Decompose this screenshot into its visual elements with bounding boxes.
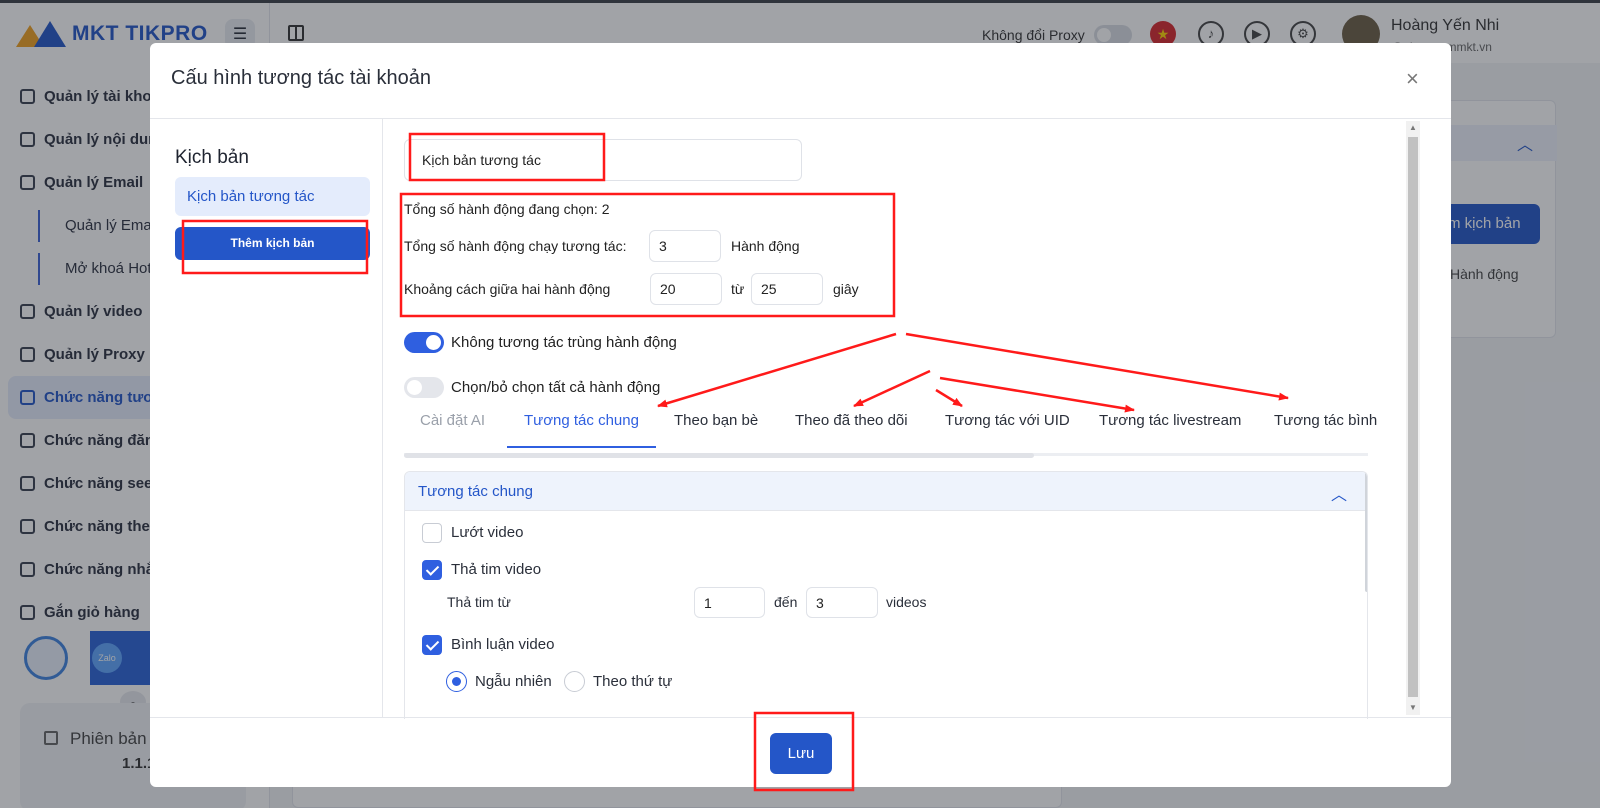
save-button[interactable]: Lưu [770,733,832,774]
script-config-content: Kịch bản tương tác Tổng số hành động đan… [384,119,1451,719]
tab-uid-interaction[interactable]: Tương tác với UID [945,403,1070,448]
toggle-knob [407,380,422,395]
like-video-checkbox[interactable] [422,560,442,580]
total-actions-unit: Hành động [731,238,800,254]
like-range-label: Thả tim từ [447,594,511,610]
tab-livestream-interaction[interactable]: Tương tác livestream [1099,403,1241,448]
script-name-input[interactable]: Kịch bản tương tác [404,139,802,181]
like-video-label: Thả tim video [451,561,542,578]
tab-friends[interactable]: Theo bạn bè [674,403,758,448]
divider [150,717,1451,718]
interaction-config-modal: Cấu hình tương tác tài khoản × Kịch bản … [150,43,1451,787]
toggle-knob [426,335,441,350]
close-icon[interactable]: × [1406,67,1419,91]
panel-header[interactable]: Tương tác chung ︿ [405,472,1367,511]
selected-actions-count: Tổng số hành động đang chọn: 2 [404,201,610,217]
comment-video-label: Bình luận video [451,636,555,653]
chevron-up-icon[interactable]: ︿ [1331,481,1347,505]
no-duplicate-label: Không tương tác trùng hành động [451,334,677,351]
comment-random-label: Ngẫu nhiên [475,673,552,690]
interval-unit: giây [833,281,859,297]
scroll-down-arrow-icon[interactable]: ▼ [1409,703,1417,712]
tab-following[interactable]: Theo đã theo dõi [795,403,908,448]
tab-ai-settings[interactable]: Cài đặt AI [420,403,485,448]
add-script-button[interactable]: Thêm kịch bản [175,227,370,260]
interval-from-input[interactable]: 20 [650,273,722,305]
panel-title: Tương tác chung [418,483,533,500]
scroll-video-checkbox[interactable] [422,523,442,543]
tabs-scrollbar[interactable] [404,453,1034,458]
modal-title: Cấu hình tương tác tài khoản [171,67,431,89]
no-duplicate-toggle[interactable] [404,332,444,353]
action-tabs: Cài đặt AI Tương tác chung Theo bạn bè T… [404,403,1377,451]
total-actions-label: Tổng số hành động chạy tương tác: [404,238,627,254]
content-scrollbar[interactable] [1408,137,1418,697]
like-to-input[interactable]: 3 [806,587,878,618]
comment-random-radio[interactable] [446,671,467,692]
select-all-toggle[interactable] [404,377,444,398]
tab-comment-interaction[interactable]: Tương tác bình [1274,403,1377,448]
general-interaction-panel: Tương tác chung ︿ Lướt video Thả tim vid… [404,471,1368,719]
comment-ordered-radio[interactable] [564,671,585,692]
select-all-label: Chọn/bỏ chọn tất cả hành động [451,379,661,396]
interval-label: Khoảng cách giữa hai hành động [404,281,611,297]
panel-scrollbar[interactable] [1365,472,1367,592]
script-list-panel: Kịch bản Kịch bản tương tác Thêm kịch bả… [150,119,383,717]
scroll-up-arrow-icon[interactable]: ▲ [1409,123,1417,132]
interval-to-input[interactable]: 25 [751,273,823,305]
interval-separator: từ [731,281,745,297]
script-item-interaction[interactable]: Kịch bản tương tác [175,177,370,216]
comment-ordered-label: Theo thứ tự [593,673,673,690]
like-range-separator: đến [774,594,798,610]
like-from-input[interactable]: 1 [694,587,765,618]
like-range-unit: videos [886,594,927,610]
comment-video-checkbox[interactable] [422,635,442,655]
tab-general-interaction[interactable]: Tương tác chung [507,403,656,448]
total-actions-input[interactable]: 3 [649,230,721,262]
script-list-title: Kịch bản [175,147,249,168]
scroll-video-label: Lướt video [451,524,524,541]
